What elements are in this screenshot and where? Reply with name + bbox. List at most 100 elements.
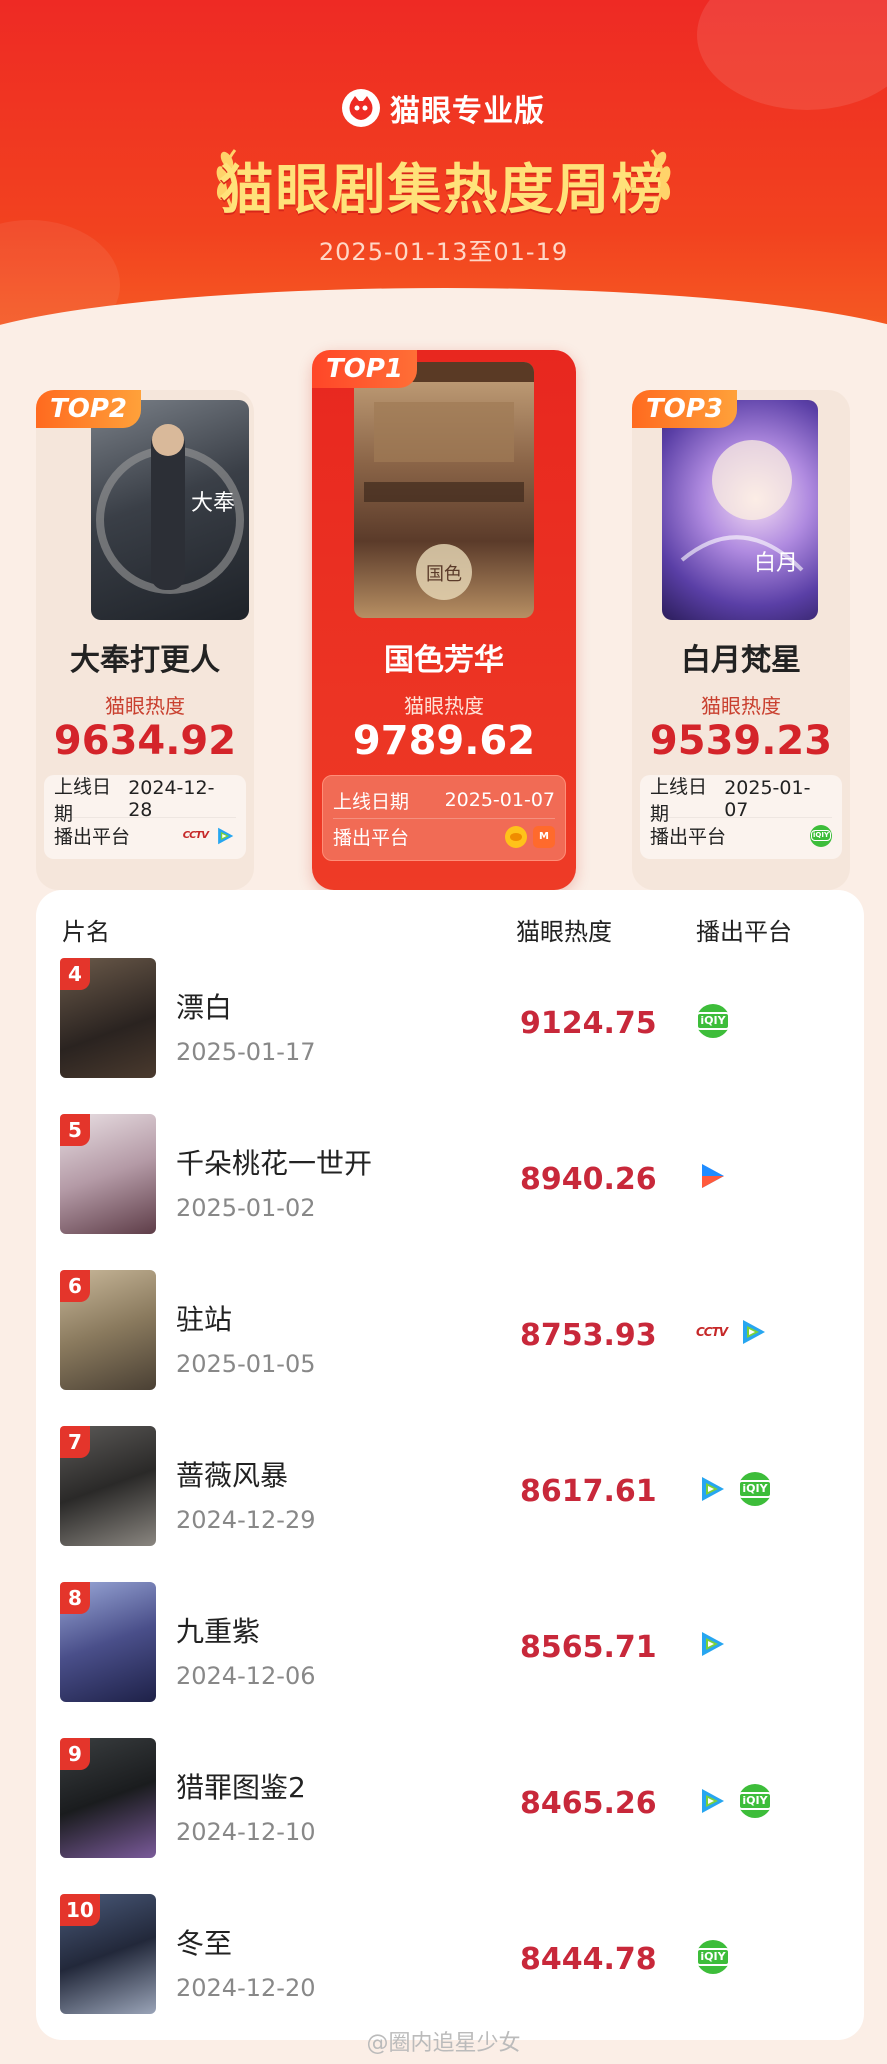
top3-card[interactable]: 白月 TOP3 白月梵星 猫眼热度 9539.23 上线日期 2025-01-0… [632, 390, 850, 890]
release-date: 2024-12-28 [128, 777, 215, 821]
heat-value: 8465.26 [520, 1786, 657, 1821]
show-title: 冬至 [176, 1927, 233, 1960]
list-header: 片名 猫眼热度 播出平台 [36, 902, 864, 952]
platform-icons: iQIY [696, 1784, 772, 1818]
brand-name: 猫眼专业版 [390, 94, 545, 129]
heat-value: 9124.75 [520, 1006, 657, 1041]
top2-card[interactable]: 大奉 TOP2 大奉打更人 猫眼热度 9634.92 上线日期 2024-12-… [36, 390, 254, 890]
mango-tv-icon [505, 825, 527, 848]
show-title: 白月梵星 [681, 643, 801, 678]
brand: 猫眼专业版 [0, 86, 887, 130]
release-date: 2025-01-05 [176, 1350, 316, 1378]
platform-row: 播出平台 M [333, 818, 555, 854]
platform-icons: iQIY [696, 1004, 730, 1038]
platform-label: 播出平台 [650, 826, 727, 848]
release-label: 上线日期 [333, 790, 410, 813]
iqiyi-icon: iQIY [696, 1004, 730, 1038]
cctv-icon: CCTV [696, 1325, 728, 1339]
date-range: 2025-01-13至01-19 [318, 238, 569, 266]
list-item[interactable]: 10 冬至 2024-12-20 8444.78 iQIY [36, 1894, 864, 2019]
watermark: @圈内追星少女 [366, 2031, 521, 2056]
release-row: 上线日期 2025-01-07 [333, 782, 555, 818]
heat-value: 8940.26 [520, 1162, 657, 1197]
release-row: 上线日期 2024-12-28 [54, 776, 236, 825]
header-banner: 猫眼专业版 猫眼剧集热度周榜 2025-01-13至01-19 [0, 0, 887, 330]
rank-badge: 6 [60, 1270, 90, 1302]
list-item[interactable]: 5 千朵桃花一世开 2025-01-02 8940.26 [36, 1114, 864, 1239]
rank-badge: 8 [60, 1582, 90, 1614]
rank-badge: 9 [60, 1738, 90, 1770]
svg-text:国色: 国色 [426, 564, 462, 585]
platform-label: 播出平台 [54, 826, 131, 848]
show-title: 猎罪图鉴2 [176, 1771, 306, 1804]
release-date: 2025-01-07 [444, 789, 555, 811]
info-box: 上线日期 2025-01-07 播出平台 M [322, 775, 566, 861]
show-title: 千朵桃花一世开 [176, 1147, 373, 1180]
iqiyi-icon: iQIY [738, 1472, 772, 1506]
info-box: 上线日期 2025-01-07 播出平台 iQIY [640, 775, 842, 859]
top1-card[interactable]: 国色 TOP1 国色芳华 猫眼热度 9789.62 上线日期 2025-01-0… [312, 350, 576, 890]
rank-tag: TOP3 [632, 390, 737, 428]
rank-badge: 7 [60, 1426, 90, 1458]
heat-value: 8753.93 [520, 1318, 657, 1353]
tencent-video-icon [218, 827, 234, 844]
list-item[interactable]: 4 漂白 2025-01-17 9124.75 iQIY [36, 958, 864, 1083]
iqiyi-icon: iQIY [696, 1940, 730, 1974]
tencent-video-icon [702, 1632, 724, 1656]
heat-label: 猫眼热度 [404, 694, 484, 718]
maoyan-logo-icon [342, 89, 380, 127]
svg-text:大奉: 大奉 [191, 491, 235, 516]
heat-value: 9539.23 [649, 718, 833, 764]
platform-icons: iQIY [696, 1472, 772, 1506]
release-date: 2024-12-10 [176, 1818, 316, 1846]
list-item[interactable]: 7 蔷薇风暴 2024-12-29 8617.61 iQIY [36, 1426, 864, 1551]
column-header-platform: 播出平台 [696, 918, 792, 946]
heat-value: 8617.61 [520, 1474, 657, 1509]
iqiyi-icon: iQIY [810, 824, 832, 847]
laurel-right-icon [650, 149, 671, 212]
release-date: 2025-01-17 [176, 1038, 316, 1066]
rank-badge: 10 [60, 1894, 100, 1926]
release-row: 上线日期 2025-01-07 [650, 776, 832, 825]
column-header-name: 片名 [62, 918, 110, 946]
page-title: 猫眼剧集热度周榜 [219, 158, 668, 221]
show-title: 驻站 [176, 1303, 233, 1336]
heat-value: 9634.92 [53, 718, 237, 764]
poster-image: 国色 [354, 362, 534, 618]
platform-label: 播出平台 [333, 827, 410, 849]
heat-value: 8565.71 [520, 1630, 657, 1665]
info-box: 上线日期 2024-12-28 播出平台 CCTV [44, 775, 246, 859]
show-title: 蔷薇风暴 [176, 1459, 289, 1492]
show-title: 大奉打更人 [70, 643, 220, 678]
platform-row: 播出平台 CCTV [54, 817, 236, 853]
release-date: 2024-12-29 [176, 1506, 316, 1534]
heat-label: 猫眼热度 [701, 694, 781, 718]
release-date: 2025-01-02 [176, 1194, 316, 1222]
ranking-list: 片名 猫眼热度 播出平台 4 漂白 2025-01-17 9124.75 iQI… [36, 890, 864, 2040]
release-date: 2024-12-20 [176, 1974, 316, 2002]
list-item[interactable]: 8 九重紫 2024-12-06 8565.71 [36, 1582, 864, 1707]
list-item[interactable]: 6 驻站 2025-01-05 8753.93 CCTV [36, 1270, 864, 1395]
platform-row: 播出平台 iQIY [650, 817, 832, 853]
cctv-icon: CCTV [182, 830, 209, 841]
tencent-video-icon [702, 1789, 724, 1813]
iqiyi-icon: iQIY [738, 1784, 772, 1818]
heat-value: 8444.78 [520, 1942, 657, 1977]
show-title: 国色芳华 [384, 643, 504, 678]
rank-tag: TOP1 [312, 350, 417, 388]
release-date: 2024-12-06 [176, 1662, 316, 1690]
svg-text:白月: 白月 [754, 551, 798, 576]
mgtv-icon: M [533, 825, 555, 848]
rank-badge: 5 [60, 1114, 90, 1146]
platform-icons [696, 1160, 728, 1192]
rank-badge: 4 [60, 958, 90, 990]
show-title: 九重紫 [176, 1615, 261, 1648]
release-label: 上线日期 [54, 776, 112, 825]
tencent-video-icon [702, 1477, 724, 1501]
release-label: 上线日期 [650, 776, 708, 825]
poster-image: 大奉 [91, 400, 249, 620]
header-wave [0, 288, 887, 330]
list-item[interactable]: 9 猎罪图鉴2 2024-12-10 8465.26 iQIY [36, 1738, 864, 1863]
tencent-video-icon [743, 1320, 766, 1344]
poster-image: 白月 [662, 400, 818, 620]
